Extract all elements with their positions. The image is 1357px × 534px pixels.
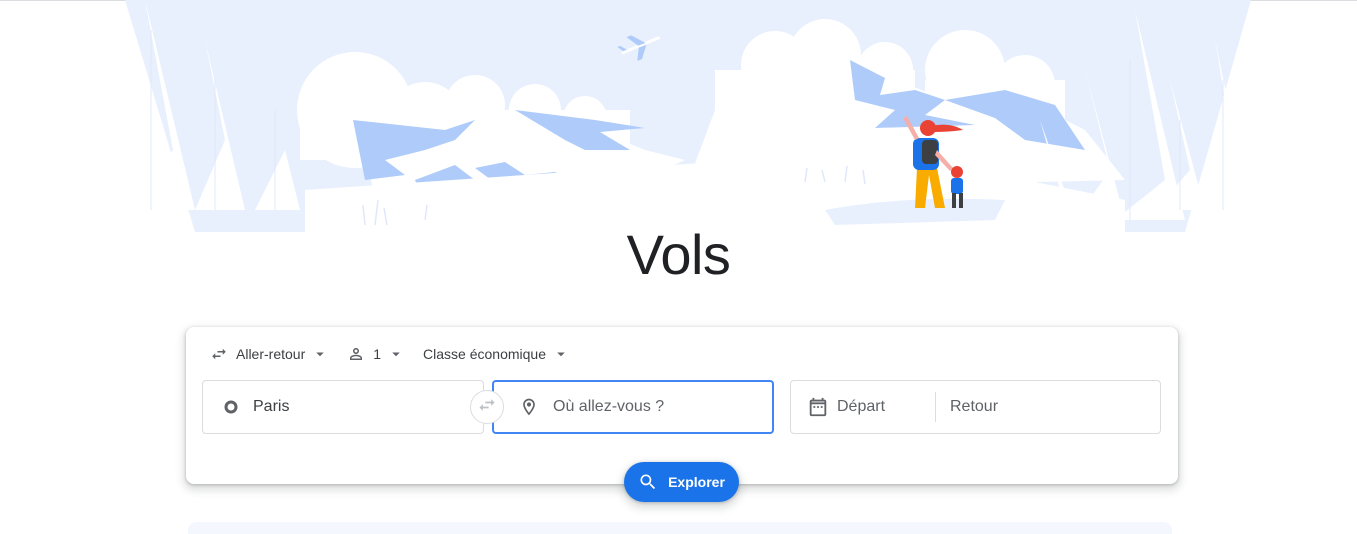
origin-value: Paris [253, 398, 290, 415]
calendar-icon [807, 396, 829, 418]
location-pin-icon [519, 397, 539, 417]
destination-input[interactable]: Où allez-vous ? [492, 380, 774, 434]
return-date-field[interactable]: Retour [950, 381, 998, 433]
date-range-input: Départ Retour [790, 380, 1161, 434]
swap-button[interactable] [470, 390, 504, 424]
swap-arrows-icon [477, 395, 497, 420]
chevron-down-icon [552, 345, 570, 363]
swap-horizontal-icon [210, 345, 228, 363]
content-section-top [188, 522, 1172, 534]
cabin-class-dropdown[interactable]: Classe économique [423, 345, 570, 363]
cabin-class-label: Classe économique [423, 346, 547, 362]
chevron-down-icon [387, 345, 405, 363]
passengers-dropdown[interactable]: 1 [347, 345, 405, 363]
origin-input[interactable]: Paris [202, 380, 484, 434]
departure-date-field[interactable]: Départ [791, 381, 935, 433]
passengers-count: 1 [373, 346, 382, 362]
search-options: Aller-retour 1 Classe économique [210, 343, 588, 365]
trip-type-dropdown[interactable]: Aller-retour [210, 345, 329, 363]
circle-icon [223, 399, 239, 415]
flight-search-card: Aller-retour 1 Classe économique Paris O… [186, 327, 1178, 502]
chevron-down-icon [311, 345, 329, 363]
destination-placeholder: Où allez-vous ? [553, 398, 665, 415]
page-title: Vols [626, 223, 731, 286]
explore-button[interactable]: Explorer [624, 462, 739, 502]
person-icon [347, 345, 365, 363]
date-divider [935, 392, 936, 422]
trip-type-label: Aller-retour [236, 346, 306, 362]
hero-illustration [125, 0, 1251, 232]
explore-label: Explorer [668, 474, 725, 490]
return-placeholder: Retour [950, 398, 999, 415]
departure-placeholder: Départ [837, 398, 886, 415]
search-icon [638, 472, 658, 492]
